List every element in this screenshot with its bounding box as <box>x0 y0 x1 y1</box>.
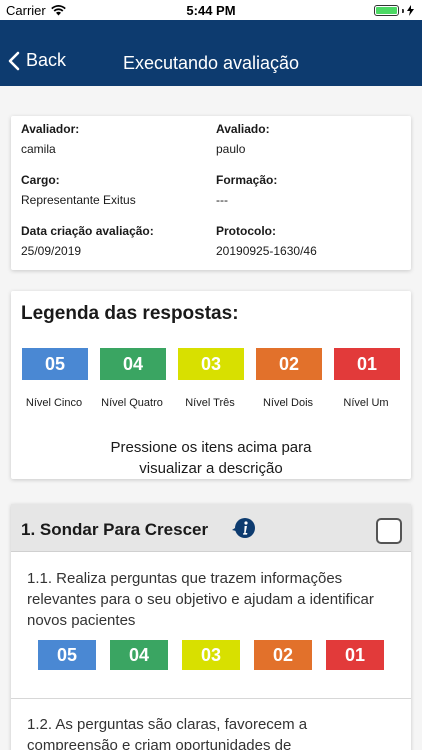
formacao-label: Formação: <box>216 173 278 187</box>
avaliado-field: Avaliado: paulo <box>216 122 270 156</box>
section-header[interactable]: 1. Sondar Para Crescer <box>11 504 411 552</box>
legend-level-1-button[interactable]: 01 <box>334 348 400 380</box>
avaliador-value: camila <box>21 142 56 156</box>
legend-title: Legenda das respostas: <box>21 303 239 324</box>
navigation-bar: Back Executando avaliação <box>0 20 422 86</box>
legend-level-4-button[interactable]: 04 <box>100 348 166 380</box>
info-icon[interactable] <box>232 517 256 539</box>
data-criacao-label: Data criação avaliação: <box>21 224 154 238</box>
protocolo-label: Protocolo: <box>216 224 276 238</box>
legend-level-4-label: Nível Quatro <box>101 397 163 409</box>
avaliado-label: Avaliado: <box>216 122 270 136</box>
formacao-field: Formação: --- <box>216 173 277 207</box>
cargo-value: Representante Exitus <box>21 193 136 207</box>
charging-icon <box>407 5 414 16</box>
section-title: 1. Sondar Para Crescer <box>21 520 209 539</box>
legend-hint: Pressione os itens acima para visualizar… <box>11 437 411 479</box>
page-title: Executando avaliação <box>122 53 300 73</box>
legend-level-1-label: Nível Um <box>343 397 389 409</box>
formacao-value: --- <box>216 193 228 207</box>
legend-level-5-button[interactable]: 05 <box>22 348 88 380</box>
legend-level-2-label: Nível Dois <box>262 397 314 409</box>
section-checkbox[interactable] <box>376 518 402 544</box>
question-1-1-text: 1.1. Realiza perguntas que trazem inform… <box>27 570 374 629</box>
legend-hint-line-1: Pressione os itens acima para <box>110 439 312 456</box>
question-1-1-level-1-button[interactable]: 01 <box>326 640 384 670</box>
protocolo-value: 20190925-1630/46 <box>216 244 317 258</box>
avaliador-field: Avaliador: camila <box>21 122 79 156</box>
avaliado-value: paulo <box>216 142 246 156</box>
legend-level-3-button[interactable]: 03 <box>178 348 244 380</box>
question-1-2-text: 1.2. As perguntas são claras, favorecem … <box>27 716 308 750</box>
question-divider <box>11 698 411 699</box>
battery-icon <box>374 5 414 16</box>
cargo-field: Cargo: Representante Exitus <box>21 173 136 207</box>
protocolo-field: Protocolo: 20190925-1630/46 <box>216 224 317 258</box>
answer-legend-card: Legenda das respostas: 05 04 03 02 01 Ní… <box>11 291 411 479</box>
legend-level-5-label: Nível Cinco <box>25 397 83 409</box>
content-area[interactable]: Avaliador: camila Avaliado: paulo Cargo:… <box>0 86 422 750</box>
question-1-1-answer-row: 05 04 03 02 01 <box>38 640 384 672</box>
question-1-1-level-4-button[interactable]: 04 <box>110 640 168 670</box>
legend-hint-line-2: visualizar a descrição <box>139 460 283 477</box>
question-1-1-level-5-button[interactable]: 05 <box>38 640 96 670</box>
cargo-label: Cargo: <box>21 173 60 187</box>
legend-level-2-button[interactable]: 02 <box>256 348 322 380</box>
data-criacao-field: Data criação avaliação: 25/09/2019 <box>21 224 154 258</box>
avaliador-label: Avaliador: <box>21 122 80 136</box>
status-bar: Carrier 5:44 PM <box>0 0 422 20</box>
legend-level-row: 05 04 03 02 01 <box>21 348 401 380</box>
question-1-1-level-3-button[interactable]: 03 <box>182 640 240 670</box>
data-criacao-value: 25/09/2019 <box>21 244 82 258</box>
evaluation-section: 1. Sondar Para Crescer 1.1. Realiza perg… <box>11 504 411 750</box>
clock: 5:44 PM <box>186 3 236 18</box>
legend-level-3-label: Nível Três <box>185 397 235 409</box>
question-1-1-level-2-button[interactable]: 02 <box>254 640 312 670</box>
evaluation-info-card: Avaliador: camila Avaliado: paulo Cargo:… <box>11 116 411 270</box>
